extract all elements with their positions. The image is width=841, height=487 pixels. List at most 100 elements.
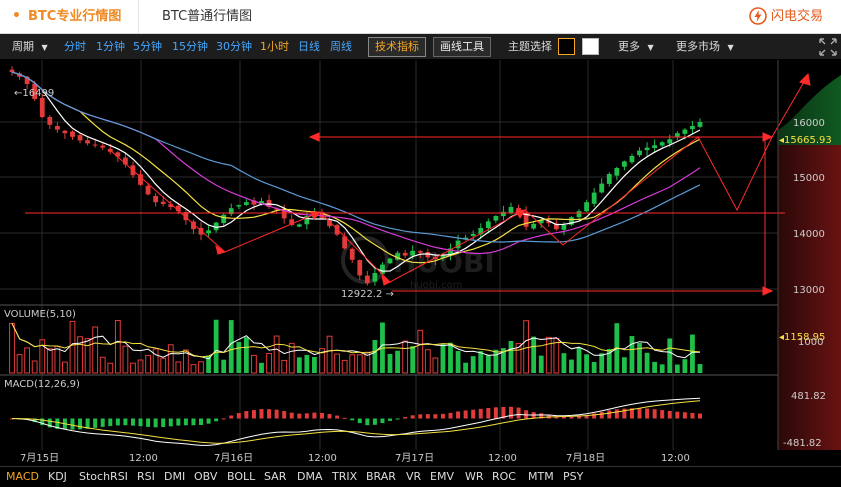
macd-histogram-bar bbox=[425, 414, 430, 419]
macd-histogram-bar bbox=[138, 418, 143, 427]
time-tick: 12:00 bbox=[661, 453, 690, 464]
volume-bar bbox=[387, 353, 393, 373]
candle-body bbox=[659, 142, 665, 146]
indicator-roc[interactable]: ROC bbox=[492, 467, 516, 487]
period-30min[interactable]: 30分钟 bbox=[216, 34, 252, 59]
indicator-rsi[interactable]: RSI bbox=[137, 467, 155, 487]
macd-histogram-bar bbox=[403, 416, 408, 419]
macd-histogram-bar bbox=[350, 418, 355, 421]
time-tick: 12:00 bbox=[488, 453, 517, 464]
macd-histogram-bar bbox=[312, 412, 317, 419]
indicator-psy[interactable]: PSY bbox=[563, 467, 583, 487]
candle-body bbox=[652, 145, 658, 149]
candle-body bbox=[576, 211, 582, 218]
volume-bar bbox=[576, 347, 582, 373]
indicator-wr[interactable]: WR bbox=[465, 467, 484, 487]
indicator-trix[interactable]: TRIX bbox=[332, 467, 357, 487]
macd-histogram-bar bbox=[456, 411, 461, 419]
drawing-tools-button[interactable]: 画线工具 bbox=[433, 37, 491, 57]
candle-body bbox=[243, 202, 249, 205]
period-timeline[interactable]: 分时 bbox=[64, 34, 86, 59]
indicator-emv[interactable]: EMV bbox=[430, 467, 454, 487]
period-day[interactable]: 日线 bbox=[298, 34, 320, 59]
macd-histogram-bar bbox=[251, 410, 256, 419]
time-tick: 7月15日 bbox=[20, 452, 59, 464]
period-dropdown[interactable]: 周期 ▼ bbox=[12, 34, 48, 59]
volume-bar bbox=[545, 336, 552, 374]
theme-light-swatch[interactable] bbox=[582, 38, 599, 55]
tab-btc-pro-chart[interactable]: • BTC专业行情图 bbox=[0, 0, 139, 33]
macd-histogram-bar bbox=[614, 409, 619, 419]
macd-histogram-bar bbox=[168, 418, 173, 427]
macd-histogram-bar bbox=[297, 413, 302, 419]
indicator-mtm[interactable]: MTM bbox=[528, 467, 554, 487]
candle-body bbox=[584, 202, 589, 212]
ask-depth-area bbox=[778, 145, 841, 450]
volume-bar bbox=[531, 336, 537, 373]
candle-body bbox=[561, 225, 567, 230]
period-5min[interactable]: 5分钟 bbox=[133, 34, 162, 59]
volume-bar bbox=[281, 359, 288, 374]
period-1min[interactable]: 1分钟 bbox=[96, 34, 125, 59]
volume-bar bbox=[493, 349, 499, 373]
tab-btc-normal-chart[interactable]: BTC普通行情图 bbox=[162, 0, 252, 33]
more-markets-label: 更多市场 bbox=[676, 40, 720, 53]
volume-tick: 1000 bbox=[798, 337, 823, 348]
macd-histogram-bar bbox=[236, 413, 241, 419]
candle-body bbox=[629, 156, 635, 163]
volume-title: VOLUME(5,10) bbox=[4, 309, 76, 320]
candle-body bbox=[39, 97, 45, 117]
volume-bar bbox=[334, 353, 340, 374]
low-value: 12922.2 bbox=[341, 289, 382, 300]
macd-histogram-bar bbox=[244, 411, 249, 419]
candle-body bbox=[221, 214, 227, 224]
volume-bar bbox=[424, 349, 431, 374]
indicator-macd[interactable]: MACD bbox=[6, 467, 39, 487]
indicator-dma[interactable]: DMA bbox=[297, 467, 323, 487]
macd-histogram-bar bbox=[395, 418, 400, 420]
candle-body bbox=[410, 250, 416, 256]
indicator-sar[interactable]: SAR bbox=[264, 467, 286, 487]
macd-histogram-bar bbox=[289, 412, 294, 419]
macd-histogram-bar bbox=[682, 412, 687, 419]
candle-body bbox=[690, 126, 695, 130]
indicator-dmi[interactable]: DMI bbox=[164, 467, 185, 487]
candle-body bbox=[667, 139, 673, 144]
volume-bar bbox=[9, 322, 15, 374]
macd-histogram-bar bbox=[123, 418, 128, 426]
indicator-obv[interactable]: OBV bbox=[194, 467, 217, 487]
volume-bar bbox=[523, 320, 530, 374]
volume-bar bbox=[682, 359, 688, 373]
indicator-vr[interactable]: VR bbox=[406, 467, 421, 487]
macd-histogram-bar bbox=[463, 410, 468, 419]
macd-bottom-tick: -481.82 bbox=[783, 438, 822, 449]
period-1hour[interactable]: 1小时 bbox=[260, 34, 289, 59]
period-week[interactable]: 周线 bbox=[330, 34, 352, 59]
macd-histogram-bar bbox=[327, 414, 332, 419]
period-15min[interactable]: 15分钟 bbox=[172, 34, 208, 59]
candle-body bbox=[9, 69, 15, 73]
indicator-brar[interactable]: BRAR bbox=[366, 467, 396, 487]
indicator-stochrsi[interactable]: StochRSI bbox=[79, 467, 128, 487]
volume-bar bbox=[448, 342, 453, 373]
time-axis: 7月15日 12:00 7月16日 12:00 7月17日 12:00 7月18… bbox=[20, 452, 690, 464]
macd-histogram-bar bbox=[319, 412, 324, 419]
fullscreen-icon[interactable] bbox=[818, 37, 838, 57]
tech-indicator-button[interactable]: 技术指标 bbox=[368, 37, 426, 57]
theme-dark-swatch[interactable] bbox=[558, 38, 575, 55]
more-dropdown[interactable]: 更多 ▼ bbox=[618, 34, 654, 59]
indicator-kdj[interactable]: KDJ bbox=[48, 467, 67, 487]
candle-body bbox=[100, 145, 106, 148]
flash-trade-link[interactable]: 闪电交易 bbox=[749, 0, 823, 33]
candle-body bbox=[485, 221, 491, 228]
tab-bar: • BTC专业行情图 BTC普通行情图 闪电交易 bbox=[0, 0, 841, 34]
volume-bar bbox=[341, 359, 348, 374]
volume-bar bbox=[145, 354, 151, 374]
volume-bar bbox=[114, 320, 121, 374]
volume-bar bbox=[485, 355, 491, 373]
flash-icon bbox=[749, 7, 767, 25]
indicator-boll[interactable]: BOLL bbox=[227, 467, 255, 487]
candle-body bbox=[54, 126, 60, 130]
chart-area[interactable]: HUOBI huobi.com ←16499 12922.2 → VOLUME(… bbox=[0, 60, 841, 466]
more-markets-dropdown[interactable]: 更多市场 ▼ bbox=[676, 34, 734, 59]
